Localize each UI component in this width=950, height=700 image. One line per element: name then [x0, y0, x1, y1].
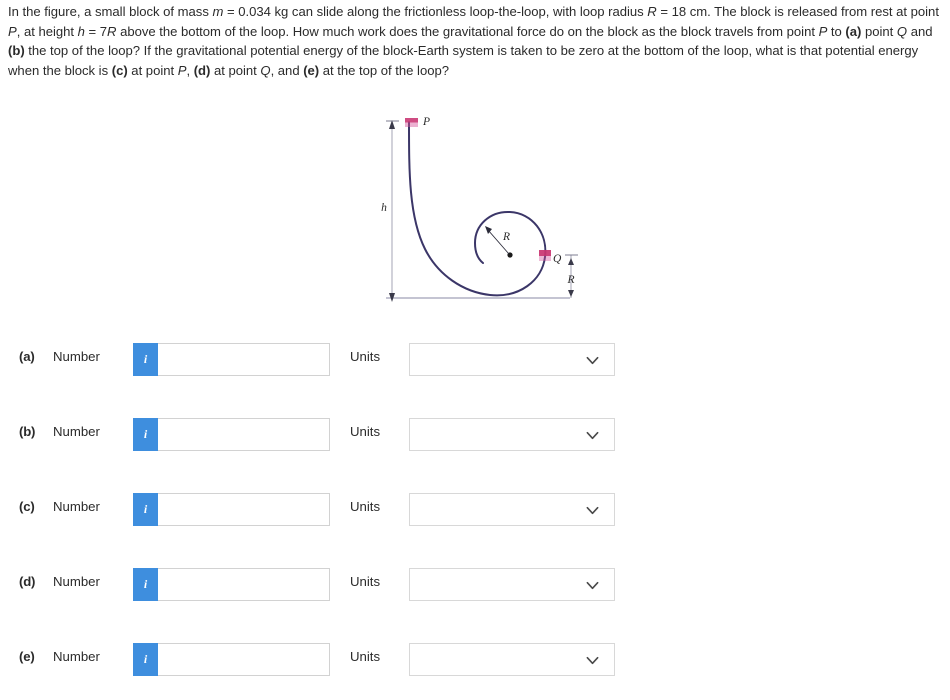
- statement-run: point: [861, 23, 897, 39]
- info-icon-b[interactable]: i: [133, 418, 158, 451]
- statement-run: (d): [193, 62, 211, 78]
- problem-statement: In the figure, a small block of mass m =…: [8, 2, 942, 80]
- statement-run: Q: [896, 23, 908, 39]
- chevron-down-icon: [586, 431, 599, 440]
- statement-run: to: [827, 23, 846, 39]
- units-label: Units: [350, 349, 381, 364]
- statement-run: m: [212, 4, 224, 19]
- info-icon-a[interactable]: i: [133, 343, 158, 376]
- point-p-label: P: [422, 116, 430, 128]
- chevron-down-icon: [586, 356, 599, 365]
- number-input-group: i: [133, 343, 346, 376]
- number-input-group: i: [133, 493, 346, 526]
- r-height-label: R: [566, 274, 574, 286]
- loop-track-path: [408, 121, 547, 297]
- answer-row-d: (d) Number i Units: [0, 568, 950, 602]
- statement-run: at point: [127, 62, 178, 78]
- number-input-e[interactable]: [158, 644, 346, 675]
- statement-run: (c): [111, 62, 128, 78]
- number-label: Number: [53, 574, 100, 589]
- statement-run: Q: [260, 62, 271, 78]
- row-letter: (a): [19, 349, 35, 364]
- statement-run: R: [647, 4, 657, 19]
- row-letter: (b): [19, 424, 36, 439]
- figure-svg: h P R Q R: [381, 116, 578, 302]
- chevron-down-icon: [586, 656, 599, 665]
- units-label: Units: [350, 574, 381, 589]
- number-input-group: i: [133, 568, 346, 601]
- units-label: Units: [350, 424, 381, 439]
- number-label: Number: [53, 649, 100, 664]
- statement-run: (e): [303, 62, 320, 78]
- number-input-b[interactable]: [158, 419, 346, 450]
- statement-run: (a): [845, 23, 862, 39]
- info-icon-e[interactable]: i: [133, 643, 158, 676]
- r-height-arrow-bottom-icon: [568, 290, 574, 297]
- statement-run: , at height: [16, 23, 78, 39]
- number-input-group: i: [133, 643, 346, 676]
- number-input-group: i: [133, 418, 346, 451]
- info-icon-d[interactable]: i: [133, 568, 158, 601]
- statement-run: = 18 cm. The block is released from rest…: [656, 4, 939, 19]
- loop-the-loop-figure: h P R Q R: [378, 112, 593, 312]
- chevron-down-icon: [586, 506, 599, 515]
- units-select-c[interactable]: [409, 493, 615, 526]
- statement-run: , and: [270, 62, 304, 78]
- units-select-b[interactable]: [409, 418, 615, 451]
- number-input-d[interactable]: [158, 569, 346, 600]
- height-label: h: [381, 202, 387, 214]
- answer-row-b: (b) Number i Units: [0, 418, 950, 452]
- statement-run: P: [8, 23, 17, 39]
- row-letter: (d): [19, 574, 36, 589]
- number-input-c[interactable]: [158, 494, 346, 525]
- row-letter: (c): [19, 499, 35, 514]
- radius-label: R: [502, 231, 510, 243]
- statement-run: at point: [210, 62, 261, 78]
- units-label: Units: [350, 649, 381, 664]
- info-icon-c[interactable]: i: [133, 493, 158, 526]
- number-label: Number: [53, 499, 100, 514]
- units-select-e[interactable]: [409, 643, 615, 676]
- row-letter: (e): [19, 649, 35, 664]
- statement-run: In the figure, a small block of mass: [8, 4, 213, 19]
- block-at-p-top: [405, 118, 418, 123]
- r-height-arrow-top-icon: [568, 258, 574, 265]
- answer-row-a: (a) Number i Units: [0, 343, 950, 377]
- point-q-label: Q: [553, 253, 562, 265]
- number-label: Number: [53, 424, 100, 439]
- statement-run: h: [77, 23, 85, 39]
- statement-run: at the top of the loop?: [319, 62, 449, 78]
- statement-run: P: [818, 23, 828, 39]
- answer-row-c: (c) Number i Units: [0, 493, 950, 527]
- number-input-a[interactable]: [158, 344, 346, 375]
- chevron-down-icon: [586, 581, 599, 590]
- statement-run: ,: [186, 62, 194, 78]
- number-label: Number: [53, 349, 100, 364]
- statement-run: (b): [8, 43, 25, 59]
- statement-run: = 7: [84, 23, 108, 39]
- units-label: Units: [350, 499, 381, 514]
- answer-row-e: (e) Number i Units: [0, 643, 950, 677]
- statement-run: above the bottom of the loop. How much w…: [116, 23, 819, 39]
- statement-run: and: [907, 23, 933, 39]
- units-select-a[interactable]: [409, 343, 615, 376]
- units-select-d[interactable]: [409, 568, 615, 601]
- block-at-q-top: [539, 250, 551, 256]
- statement-run: = 0.034 kg can slide along the frictionl…: [223, 4, 648, 19]
